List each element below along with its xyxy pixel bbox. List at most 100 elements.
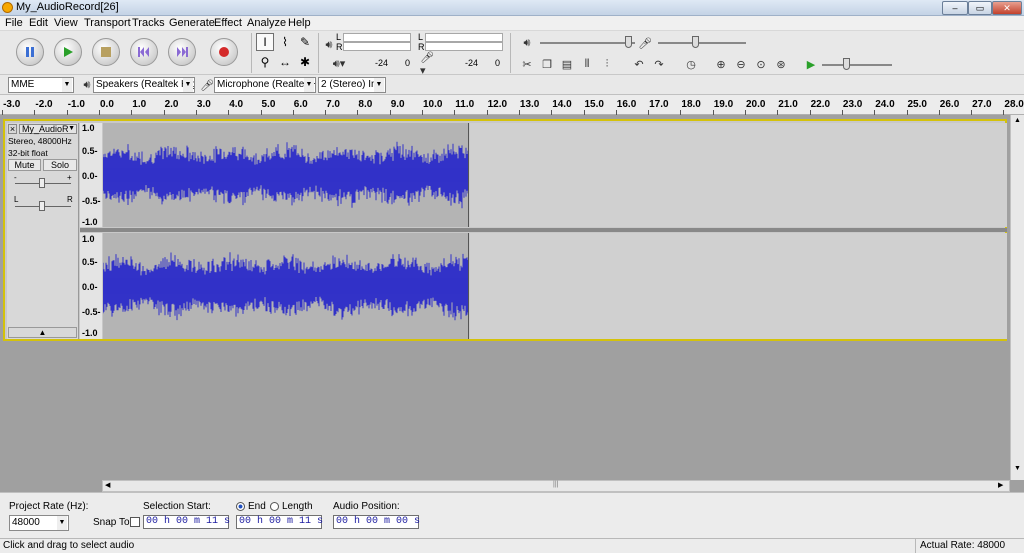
close-button[interactable]: ✕ (992, 1, 1022, 15)
track-name: My_AudioR (22, 124, 69, 134)
scroll-grip-icon[interactable]: ||| (553, 481, 558, 488)
menu-help[interactable]: Help (288, 17, 311, 29)
solo-button[interactable]: Solo (43, 159, 77, 171)
selection-start-time[interactable]: 00 h 00 m 11 s (143, 515, 230, 529)
output-device-select[interactable]: Speakers (Realtek High ▼ (93, 77, 195, 93)
input-channels-select[interactable]: 2 (Stereo) Inp ▼ (318, 77, 386, 93)
gain-slider-thumb[interactable] (39, 178, 45, 188)
chevron-down-icon: ▼ (57, 516, 67, 530)
scroll-up-icon[interactable]: ▲ (1012, 117, 1023, 127)
record-meter-left[interactable] (425, 33, 503, 42)
pause-button[interactable] (16, 38, 44, 66)
ruler-tick-label: 27.0 (972, 99, 992, 110)
waveform-channel-left[interactable] (103, 123, 469, 227)
selection-toolbar: Project Rate (Hz): 48000 ▼ Snap To Select… (0, 492, 1024, 538)
waveform-right-svg (103, 252, 468, 321)
scroll-down-icon[interactable]: ▼ (1012, 465, 1023, 475)
speaker-dropdown-icon[interactable]: 🔊︎▾ (330, 55, 348, 73)
copy-icon[interactable]: ❐ (538, 55, 556, 73)
scroll-right-icon[interactable]: ▶ (998, 481, 1003, 489)
vertical-scrollbar[interactable]: ▲ ▼ (1010, 115, 1024, 480)
end-radio[interactable] (236, 502, 245, 511)
selection-tool[interactable]: I (256, 33, 274, 51)
multi-tool[interactable]: ✱ (296, 53, 314, 71)
close-track-icon[interactable]: × (8, 124, 17, 134)
actual-rate: Actual Rate: 48000 (920, 540, 1006, 551)
empty-track-region[interactable] (470, 123, 1007, 227)
menu-effect[interactable]: Effect (214, 17, 242, 29)
track-name-menu[interactable]: My_AudioR ▼ (19, 124, 77, 134)
audio-position-time[interactable]: 00 h 00 m 00 s (333, 515, 420, 529)
record-meter-right[interactable] (425, 42, 503, 51)
gain-plus-label: + (67, 173, 72, 182)
snap-to-checkbox[interactable] (130, 517, 140, 527)
scroll-left-icon[interactable]: ◀ (105, 481, 110, 489)
redo-icon[interactable]: ↷ (650, 55, 668, 73)
envelope-tool[interactable]: ⌇ (276, 33, 294, 51)
audio-track[interactable]: × My_AudioR ▼ Stereo, 48000Hz 32-bit floa… (3, 119, 1007, 341)
ruler-tick-label: 2.0 (164, 99, 179, 110)
ruler-tick-label: 0.0 (100, 99, 114, 110)
maximize-button[interactable]: ▭ (968, 1, 992, 15)
play-speed-slider[interactable] (822, 64, 892, 66)
audio-host-select[interactable]: MME ▼ (8, 77, 74, 93)
menu-tracks[interactable]: Tracks (132, 17, 165, 29)
scale-label: 1.0 (82, 123, 95, 133)
silence-icon[interactable]: ⫶ (598, 55, 616, 73)
output-volume-thumb[interactable] (625, 36, 632, 48)
timeshift-tool[interactable]: ↔ (276, 53, 294, 71)
minimize-button[interactable]: – (942, 1, 968, 15)
fit-selection-icon[interactable]: ⊙ (752, 55, 770, 73)
output-volume-slider[interactable] (540, 42, 635, 44)
draw-tool[interactable]: ✎ (296, 33, 314, 51)
collapse-track-button[interactable]: ▲ (8, 327, 77, 338)
magnifier-icon: ⚲ (260, 55, 270, 69)
fit-project-icon[interactable]: ⊛ (772, 55, 790, 73)
paste-icon[interactable]: ▤ (558, 55, 576, 73)
menu-analyze[interactable]: Analyze (247, 17, 286, 29)
mute-button[interactable]: Mute (8, 159, 41, 171)
play-button[interactable] (54, 38, 82, 66)
zoom-out-icon[interactable]: ⊖ (732, 55, 750, 73)
undo-icon[interactable]: ↶ (630, 55, 648, 73)
empty-track-region[interactable] (470, 233, 1007, 339)
play-at-speed-icon[interactable]: ▶ (802, 55, 820, 73)
menu-generate[interactable]: Generate (169, 17, 215, 29)
scale-label: 1.0 (82, 234, 95, 244)
input-device-select[interactable]: Microphone (Realtek Hig▼ (214, 77, 316, 93)
playback-meter-left[interactable] (343, 33, 411, 42)
project-rate-select[interactable]: 48000 ▼ (9, 515, 69, 531)
zoom-in-icon[interactable]: ⊕ (712, 55, 730, 73)
menu-file[interactable]: File (5, 17, 23, 29)
skip-end-button[interactable] (168, 38, 196, 66)
horizontal-scrollbar[interactable]: ◀ ||| ▶ (102, 480, 1010, 492)
waveform-channel-right[interactable] (103, 233, 469, 339)
input-volume-thumb[interactable] (692, 36, 699, 48)
pan-slider-thumb[interactable] (39, 201, 45, 211)
input-channels-value: 2 (Stereo) Inp (321, 79, 383, 90)
ruler-tick-label: 9.0 (390, 99, 405, 110)
input-volume-slider[interactable] (658, 42, 746, 44)
cut-icon[interactable]: ✂ (518, 55, 536, 73)
play-speed-thumb[interactable] (843, 58, 850, 70)
stop-button[interactable] (92, 38, 120, 66)
ruler-tick-label: 1.0 (132, 99, 147, 110)
track-area[interactable]: × My_AudioR ▼ Stereo, 48000Hz 32-bit floa… (0, 115, 1010, 480)
record-button[interactable] (210, 38, 238, 66)
timeline-ruler[interactable]: -3.0 -2.0 -1.0 0.0 1.0 2.0 3.0 4.0 5.0 6.0 7.0 8.0 9… (0, 95, 1024, 115)
length-radio[interactable] (270, 502, 279, 511)
skip-start-button[interactable] (130, 38, 158, 66)
channel-divider (80, 228, 1007, 232)
microphone-dropdown-icon[interactable]: 🎤︎▾ (420, 52, 438, 77)
menu-edit[interactable]: Edit (29, 17, 48, 29)
sync-lock-icon[interactable]: ◷ (682, 55, 700, 73)
vertical-scale-right: 1.0 0.5- 0.0- -0.5- -1.0 (80, 233, 102, 339)
menu-view[interactable]: View (54, 17, 78, 29)
selection-end-time[interactable]: 00 h 00 m 11 s (236, 515, 323, 529)
menu-transport[interactable]: Transport (84, 17, 131, 29)
trim-icon[interactable]: ⫴ (578, 55, 596, 73)
vertical-scale-left: 1.0 0.5- 0.0- -0.5- -1.0 (80, 123, 102, 227)
ruler-tick-label: 5.0 (261, 99, 276, 110)
zoom-tool[interactable]: ⚲ (256, 53, 274, 71)
playback-meter-right[interactable] (343, 42, 411, 51)
